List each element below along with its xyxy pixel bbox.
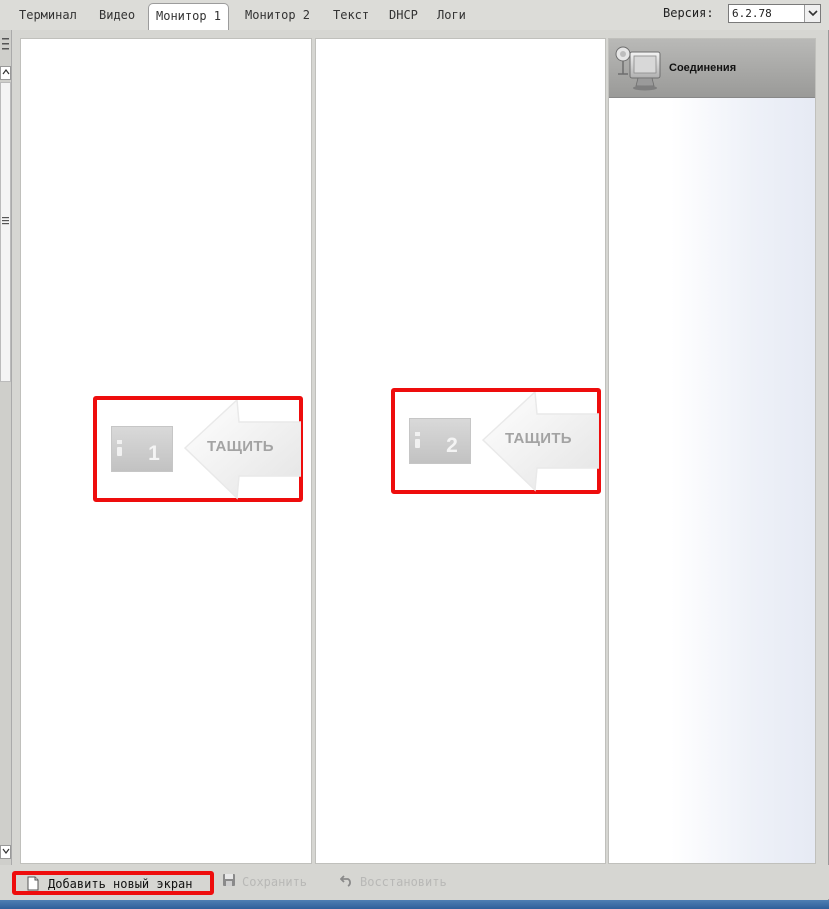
floppy-disk-icon bbox=[223, 874, 235, 886]
tab-logs[interactable]: Логи bbox=[437, 5, 466, 25]
sidebar: Соединения bbox=[608, 38, 816, 864]
grip-icon bbox=[2, 38, 9, 50]
version-value: 6.2.78 bbox=[732, 7, 772, 20]
network-monitor-icon bbox=[615, 46, 661, 91]
version-select[interactable]: 6.2.78 bbox=[728, 4, 821, 23]
drag-hint-screen-1[interactable]: 1 ТАЩИТЬ bbox=[93, 396, 303, 502]
restore-button[interactable]: Восстановить bbox=[338, 871, 447, 895]
save-button[interactable]: Сохранить bbox=[220, 871, 307, 895]
tab-terminal[interactable]: Терминал bbox=[19, 5, 77, 25]
window-bottom-edge bbox=[0, 900, 829, 909]
bottom-toolbar: Добавить новый экран Сохранить Восстанов… bbox=[12, 865, 829, 899]
scroll-down-button[interactable] bbox=[0, 845, 11, 859]
connections-label: Соединения bbox=[669, 62, 737, 74]
save-label: Сохранить bbox=[242, 875, 308, 889]
new-document-icon bbox=[27, 876, 39, 891]
scroll-up-button[interactable] bbox=[0, 66, 11, 80]
add-screen-button[interactable]: Добавить новый экран bbox=[12, 871, 214, 895]
tab-text[interactable]: Текст bbox=[333, 5, 369, 25]
restore-label: Восстановить bbox=[360, 875, 447, 889]
tab-monitor-1[interactable]: Монитор 1 bbox=[148, 3, 230, 30]
app-window: Терминал Видео Монитор 1 Монитор 2 Текст… bbox=[0, 0, 829, 909]
chevron-down-icon bbox=[2, 848, 9, 854]
tab-monitor-2[interactable]: Монитор 2 bbox=[245, 5, 310, 25]
tab-dhcp[interactable]: DHCP bbox=[389, 5, 418, 25]
screen-panel-2[interactable]: 2 ТАЩИТЬ bbox=[315, 38, 606, 864]
undo-icon bbox=[340, 875, 351, 887]
version-label: Версия: bbox=[663, 6, 714, 20]
monitor-tile-icon: 1 bbox=[111, 426, 173, 472]
screen-number: 1 bbox=[148, 442, 160, 465]
drag-text: ТАЩИТЬ bbox=[207, 438, 274, 455]
tab-video[interactable]: Видео bbox=[99, 5, 135, 25]
splitter-grip-icon[interactable] bbox=[1, 216, 10, 226]
tab-bar: Терминал Видео Монитор 1 Монитор 2 Текст… bbox=[0, 0, 829, 30]
monitor-tile-icon: 2 bbox=[409, 418, 471, 464]
drag-hint-screen-2[interactable]: 2 ТАЩИТЬ bbox=[391, 388, 601, 494]
add-screen-label: Добавить новый экран bbox=[48, 877, 193, 891]
chevron-down-icon[interactable] bbox=[804, 5, 820, 22]
left-scrollbar[interactable] bbox=[0, 30, 12, 865]
connections-button[interactable]: Соединения bbox=[609, 39, 815, 98]
screen-panel-1[interactable]: 1 ТАЩИТЬ bbox=[20, 38, 312, 864]
drag-text: ТАЩИТЬ bbox=[505, 430, 572, 447]
screen-number: 2 bbox=[446, 434, 458, 457]
chevron-up-icon bbox=[2, 69, 9, 75]
scroll-track[interactable] bbox=[0, 82, 11, 382]
